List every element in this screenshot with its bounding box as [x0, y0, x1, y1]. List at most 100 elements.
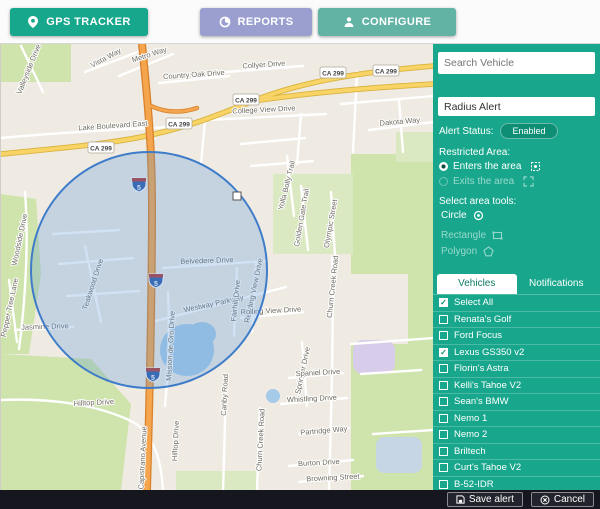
area-tools-label: Select area tools: [439, 196, 594, 206]
vehicle-row[interactable]: Briltech [433, 444, 600, 461]
map[interactable]: Valleyside DriveVista WayMetro WayCountr… [0, 44, 433, 490]
vehicle-name: Curt's Tahoe V2 [454, 462, 521, 473]
alert-name-input[interactable] [438, 97, 595, 116]
exits-radio[interactable] [439, 177, 448, 186]
search-vehicle-input[interactable] [438, 52, 595, 74]
rectangle-tool-label: Rectangle [441, 230, 486, 241]
vehicle-name: Ford Focus [454, 330, 502, 341]
vehicle-checkbox[interactable] [439, 463, 448, 472]
save-alert-button[interactable]: Save alert [447, 492, 523, 507]
rectangle-tool-icon [492, 230, 503, 241]
vehicle-checkbox[interactable] [439, 480, 448, 489]
street-label: Vista Way [89, 46, 123, 70]
street-label: Canby Road [219, 374, 230, 416]
vehicle-checkbox[interactable]: ✓ [439, 348, 448, 357]
street-label: Whistling Drive [287, 393, 337, 405]
enter-area-icon [530, 161, 541, 172]
enters-radio[interactable] [439, 162, 448, 171]
map-canvas: Valleyside DriveVista WayMetro WayCountr… [1, 44, 433, 490]
save-alert-label: Save alert [469, 494, 514, 505]
reports-label: REPORTS [238, 16, 294, 28]
vehicle-row[interactable]: ✓Lexus GS350 v2 [433, 345, 600, 362]
vehicle-checkbox[interactable]: ✓ [439, 298, 448, 307]
polygon-tool-label: Polygon [441, 246, 477, 257]
vehicle-checkbox[interactable] [439, 430, 448, 439]
cancel-label: Cancel [554, 494, 585, 505]
exits-label: Exits the area [453, 176, 514, 187]
street-label: Burton Drive [298, 457, 340, 468]
street-label: Partridge Way [300, 424, 348, 437]
street-label: Dakota Way [379, 115, 420, 128]
restricted-area-label: Restricted Area: [439, 147, 594, 157]
tool-rectangle[interactable]: Rectangle [439, 230, 594, 241]
vehicle-row[interactable]: Ford Focus [433, 328, 600, 345]
radius-alert-overlay[interactable] [31, 152, 267, 388]
alert-status-toggle[interactable]: Enabled [500, 123, 557, 139]
vehicle-checkbox[interactable] [439, 381, 448, 390]
svg-text:CA 299: CA 299 [322, 71, 344, 78]
street-label: Churn Creek Road [254, 408, 266, 471]
route-badge: CA 299 [88, 142, 114, 153]
vehicle-checkbox[interactable] [439, 414, 448, 423]
reports-icon [219, 16, 231, 28]
radius-circle[interactable] [31, 152, 267, 388]
tab-notifications[interactable]: Notifications [517, 274, 597, 294]
reports-button[interactable]: REPORTS [200, 8, 312, 36]
vehicle-name: B-52-IDR [454, 479, 494, 490]
exit-area-icon [523, 176, 534, 187]
vehicle-checkbox[interactable] [439, 315, 448, 324]
vehicle-name: Kelli's Tahoe V2 [454, 380, 521, 391]
tool-polygon[interactable]: Polygon [439, 246, 594, 257]
vehicle-checkbox[interactable] [439, 331, 448, 340]
vehicle-row[interactable]: Renata's Golf [433, 312, 600, 329]
vehicle-row[interactable]: Nemo 1 [433, 411, 600, 428]
cancel-button[interactable]: Cancel [531, 492, 594, 507]
restricted-option-enters[interactable]: Enters the area [439, 161, 594, 172]
svg-text:CA 299: CA 299 [375, 69, 397, 76]
configure-icon [343, 16, 355, 28]
vehicle-row[interactable]: ✓ Select All [433, 295, 600, 312]
tool-circle[interactable]: Circle [439, 210, 594, 221]
vehicle-name: Renata's Golf [454, 314, 511, 325]
alert-status-row: Alert Status: Enabled [439, 124, 594, 138]
vehicle-row[interactable]: Nemo 2 [433, 427, 600, 444]
vehicle-row[interactable]: B-52-IDR [433, 477, 600, 491]
configure-button[interactable]: CONFIGURE [318, 8, 456, 36]
vehicle-name: Nemo 1 [454, 413, 487, 424]
vehicle-row[interactable]: Sean's BMW [433, 394, 600, 411]
sidebar: Alert Status: Enabled Restricted Area: E… [433, 44, 600, 490]
save-icon [456, 495, 465, 504]
sidebar-tabs: Vehicles Notifications [437, 274, 596, 294]
cancel-icon [540, 495, 550, 505]
gps-tracker-label: GPS TRACKER [46, 16, 130, 28]
vehicle-name: Select All [454, 297, 493, 308]
vehicle-name: Florin's Astra [454, 363, 509, 374]
svg-text:CA 299: CA 299 [90, 146, 112, 153]
gps-tracker-button[interactable]: GPS TRACKER [10, 8, 148, 36]
vehicle-name: Nemo 2 [454, 429, 487, 440]
street-label: Hilltop Drive [170, 420, 181, 461]
vehicle-row[interactable]: Curt's Tahoe V2 [433, 460, 600, 477]
vehicle-checkbox[interactable] [439, 364, 448, 373]
footer-bar: Save alert Cancel [0, 490, 600, 509]
vehicle-row[interactable]: Florin's Astra [433, 361, 600, 378]
tab-vehicles[interactable]: Vehicles [437, 274, 517, 294]
circle-resize-handle[interactable] [233, 192, 241, 200]
street-label: Churn Creek Road [325, 255, 340, 318]
circle-tool-icon [473, 210, 484, 221]
vehicle-checkbox[interactable] [439, 397, 448, 406]
restricted-option-exits[interactable]: Exits the area [439, 176, 594, 187]
vehicle-checkbox[interactable] [439, 447, 448, 456]
svg-text:CA 299: CA 299 [168, 122, 190, 129]
polygon-tool-icon [483, 246, 494, 257]
route-badge: CA 299 [320, 67, 346, 78]
svg-text:CA 299: CA 299 [235, 98, 257, 105]
vehicle-name: Sean's BMW [454, 396, 509, 407]
vehicle-list: ✓ Select All Renata's Golf Ford Focus ✓Lexus… [433, 294, 600, 490]
gps-tracker-icon [27, 15, 39, 29]
configure-label: CONFIGURE [362, 16, 432, 28]
top-navigation-bar: GPS TRACKER REPORTS CONFIGURE [0, 0, 600, 44]
street-label: Metro Way [131, 45, 168, 65]
vehicle-name: Briltech [454, 446, 486, 457]
vehicle-row[interactable]: Kelli's Tahoe V2 [433, 378, 600, 395]
